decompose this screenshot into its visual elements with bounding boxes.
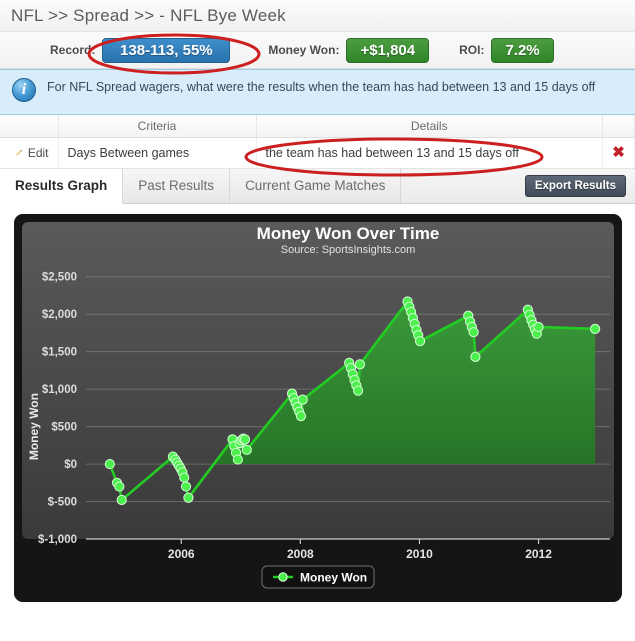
svg-text:$2,500: $2,500 bbox=[42, 271, 77, 283]
svg-text:Money Won: Money Won bbox=[300, 570, 367, 584]
column-header-delete bbox=[602, 115, 635, 138]
edit-cell[interactable]: Edit bbox=[0, 137, 59, 169]
tab-bar: Results Graph Past Results Current Game … bbox=[0, 168, 635, 204]
svg-text:$-500: $-500 bbox=[48, 496, 77, 508]
table-row: Edit Days Between games the team has had… bbox=[0, 137, 635, 169]
info-banner: i For NFL Spread wagers, what were the r… bbox=[0, 69, 635, 115]
roi-label: ROI: bbox=[459, 43, 485, 57]
record-badge: 138-113, 55% bbox=[102, 37, 231, 63]
svg-text:2010: 2010 bbox=[406, 547, 433, 561]
svg-text:$0: $0 bbox=[64, 459, 77, 471]
svg-text:Money Won: Money Won bbox=[27, 393, 41, 460]
svg-text:Source: SportsInsights.com: Source: SportsInsights.com bbox=[281, 244, 416, 256]
tab-results-graph[interactable]: Results Graph bbox=[0, 168, 124, 204]
column-header-details: Details bbox=[256, 115, 603, 138]
svg-text:$-1,000: $-1,000 bbox=[38, 534, 77, 546]
svg-text:2008: 2008 bbox=[287, 547, 314, 561]
svg-text:$1,500: $1,500 bbox=[42, 346, 77, 358]
money-won-chart: Money Won Over Time Source: SportsInsight… bbox=[14, 213, 622, 602]
criteria-table: Criteria Details Edit Days Between games… bbox=[0, 115, 635, 169]
chart-canvas: Money Won Over TimeSource: SportsInsight… bbox=[14, 213, 622, 602]
svg-text:$1,000: $1,000 bbox=[42, 384, 77, 396]
info-icon: i bbox=[12, 78, 36, 102]
svg-text:2006: 2006 bbox=[168, 547, 195, 561]
details-cell: the team has had between 13 and 15 days … bbox=[256, 137, 603, 169]
record-label: Record: bbox=[50, 43, 96, 57]
page-title: NFL >> Spread >> - NFL Bye Week bbox=[11, 5, 286, 25]
column-header-edit bbox=[0, 115, 59, 138]
money-won-badge: +$1,804 bbox=[346, 37, 430, 63]
chart-container: Money Won Over Time Source: SportsInsight… bbox=[0, 203, 635, 612]
svg-text:$500: $500 bbox=[51, 421, 77, 433]
table-header-row: Criteria Details bbox=[0, 115, 635, 138]
column-header-criteria: Criteria bbox=[58, 115, 257, 138]
tab-bar-filler bbox=[401, 169, 524, 203]
tab-current-game-matches[interactable]: Current Game Matches bbox=[230, 168, 402, 203]
pencil-icon bbox=[15, 149, 23, 156]
info-banner-text: For NFL Spread wagers, what were the res… bbox=[47, 80, 596, 94]
roi-badge: 7.2% bbox=[491, 37, 554, 63]
svg-text:$2,000: $2,000 bbox=[42, 309, 77, 321]
edit-label: Edit bbox=[27, 145, 49, 160]
tab-past-results[interactable]: Past Results bbox=[123, 168, 231, 203]
delete-icon[interactable]: ✖ bbox=[612, 145, 625, 160]
criteria-cell: Days Between games bbox=[58, 137, 257, 169]
delete-cell[interactable]: ✖ bbox=[602, 137, 635, 169]
export-results-button[interactable]: Export Results bbox=[524, 174, 626, 197]
results-page: NFL >> Spread >> - NFL Bye Week Record: … bbox=[0, 0, 635, 641]
stats-bar: Record: 138-113, 55% Money Won: +$1,804 … bbox=[0, 32, 635, 69]
page-header: NFL >> Spread >> - NFL Bye Week bbox=[0, 0, 635, 32]
svg-text:2012: 2012 bbox=[525, 547, 552, 561]
money-won-label: Money Won: bbox=[268, 43, 340, 57]
svg-text:Money Won Over Time: Money Won Over Time bbox=[257, 224, 440, 243]
